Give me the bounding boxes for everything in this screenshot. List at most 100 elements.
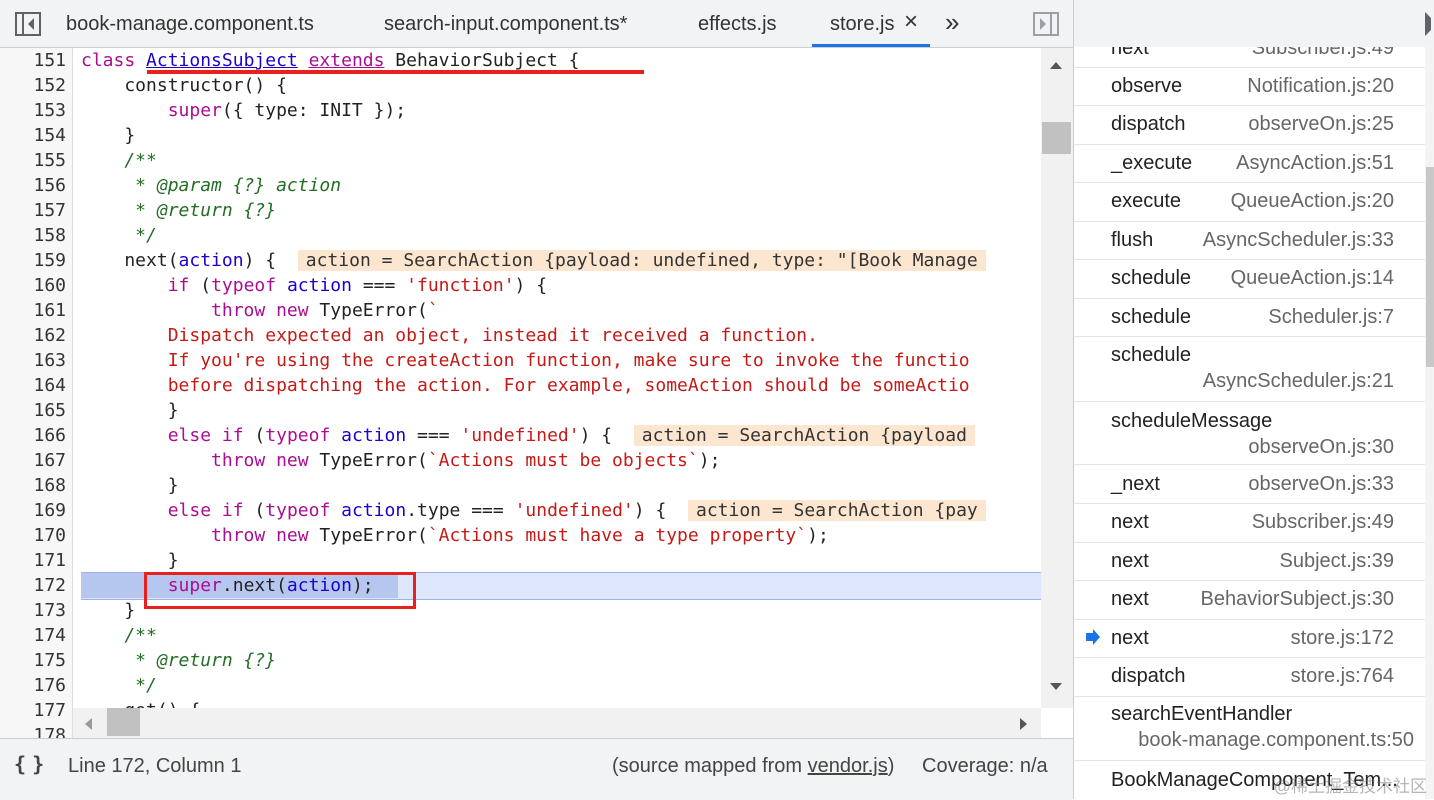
tab-effects-js[interactable]: effects.js	[698, 0, 777, 47]
line-number[interactable]: 167	[33, 448, 66, 473]
code-line-169: else if (typeof action.type === 'undefin…	[81, 498, 986, 523]
line-number[interactable]: 177	[33, 698, 66, 723]
code-line-154: }	[81, 125, 136, 146]
source-map-prefix: (source mapped from	[612, 755, 808, 777]
line-number[interactable]: 170	[33, 523, 66, 548]
line-number[interactable]: 155	[33, 148, 66, 173]
call-stack-frame-current[interactable]: next store.js:172	[1074, 619, 1425, 658]
tab-search-input-component[interactable]: search-input.component.ts*	[384, 0, 627, 47]
call-stack-frame[interactable]: next Subject.js:39	[1074, 542, 1425, 581]
call-stack-frame[interactable]: next Subscriber.js:49	[1074, 504, 1425, 543]
code-line-170: throw new TypeError(`Actions must have a…	[81, 523, 829, 548]
line-number[interactable]: 176	[33, 673, 66, 698]
line-number[interactable]: 175	[33, 648, 66, 673]
line-number[interactable]: 152	[33, 73, 66, 98]
frame-function-name: schedule	[1111, 344, 1192, 366]
call-stack-frame[interactable]: observe Notification.js:20	[1074, 67, 1425, 106]
line-number[interactable]: 178	[33, 723, 66, 738]
code-token: if	[221, 500, 244, 521]
line-number[interactable]: 173	[33, 598, 66, 623]
scrollbar-thumb[interactable]	[1042, 122, 1071, 154]
annotation-underline	[147, 70, 644, 74]
line-number[interactable]: 166	[33, 423, 66, 448]
code-token: (	[243, 425, 266, 446]
line-number[interactable]: 164	[33, 373, 66, 398]
call-stack-frame[interactable]: _next observeOn.js:33	[1074, 465, 1425, 504]
inline-variable-value[interactable]: action = SearchAction {pay	[687, 500, 986, 521]
toggle-navigator-icon[interactable]	[15, 12, 41, 36]
call-stack-frame[interactable]: dispatch observeOn.js:25	[1074, 106, 1425, 145]
right-pane-scrollbar[interactable]	[1425, 47, 1434, 799]
source-map-link[interactable]: vendor.js	[808, 755, 888, 777]
close-tab-icon[interactable]: ×	[904, 0, 918, 44]
call-stack-frame[interactable]: schedule QueueAction.js:14	[1074, 260, 1425, 299]
code-line-162: Dispatch expected an object, instead it …	[81, 325, 818, 346]
code-content[interactable]: class ActionsSubject extends BehaviorSub…	[81, 48, 1041, 738]
code-token: action	[341, 500, 407, 521]
code-editor[interactable]: 151 152 153 154 155 156 157 158 159 160 161 162 163 1…	[0, 48, 1073, 738]
more-tabs-icon[interactable]: »	[945, 0, 959, 44]
call-stack-frame[interactable]: searchEventHandler book-manage.component…	[1074, 696, 1425, 761]
line-number[interactable]: 174	[33, 623, 66, 648]
call-stack-frame[interactable]: _execute AsyncAction.js:51	[1074, 144, 1425, 183]
code-token: next(	[81, 250, 179, 271]
line-number[interactable]: 159	[33, 248, 66, 273]
horizontal-scrollbar[interactable]	[73, 708, 1041, 738]
scroll-right-icon[interactable]	[1019, 717, 1029, 731]
frame-function-name: _next	[1111, 473, 1160, 495]
scroll-up-icon[interactable]	[1049, 60, 1063, 70]
scroll-left-icon[interactable]	[83, 717, 93, 731]
frame-location: AsyncScheduler.js:21	[1202, 370, 1394, 392]
line-number[interactable]: 154	[33, 123, 66, 148]
line-number[interactable]: 153	[33, 98, 66, 123]
code-token: 'function'	[406, 275, 515, 296]
frame-function-name: next	[1111, 627, 1149, 649]
code-token: TypeError(	[308, 450, 428, 471]
line-number[interactable]: 163	[33, 348, 66, 373]
code-token: ===	[406, 425, 461, 446]
scrollbar-thumb[interactable]	[1426, 167, 1434, 367]
toggle-debugger-sidebar-icon[interactable]	[1033, 12, 1059, 36]
call-stack-frame[interactable]: schedule AsyncScheduler.js:21	[1074, 337, 1425, 402]
call-stack-frame[interactable]: scheduleMessage observeOn.js:30	[1074, 401, 1425, 465]
line-number[interactable]: 157	[33, 198, 66, 223]
line-number[interactable]: 160	[33, 273, 66, 298]
inline-variable-value[interactable]: action = SearchAction {payload	[633, 425, 975, 446]
vertical-scrollbar[interactable]	[1041, 48, 1073, 708]
code-token: extends	[308, 50, 385, 71]
frame-function-name: searchEventHandler	[1111, 703, 1293, 725]
scroll-down-icon[interactable]	[1049, 682, 1063, 692]
scrollbar-thumb[interactable]	[107, 708, 140, 736]
line-number[interactable]: 161	[33, 298, 66, 323]
call-stack-frame[interactable]: next BehaviorSubject.js:30	[1074, 581, 1425, 620]
line-number[interactable]: 168	[33, 473, 66, 498]
code-token: (	[243, 500, 266, 521]
line-number[interactable]: 151	[33, 48, 66, 73]
call-stack-frame[interactable]: dispatch store.js:764	[1074, 658, 1425, 697]
code-line-171: }	[81, 550, 179, 571]
tab-book-manage-component[interactable]: book-manage.component.ts	[66, 0, 314, 47]
call-stack-frame[interactable]: flush AsyncScheduler.js:33	[1074, 221, 1425, 260]
line-number[interactable]: 162	[33, 323, 66, 348]
frame-function-name: scheduleMessage	[1111, 410, 1273, 432]
inline-variable-value[interactable]: action = SearchAction {payload: undefine…	[297, 250, 986, 271]
line-number[interactable]: 172	[33, 573, 66, 598]
pretty-print-icon[interactable]: { }	[14, 752, 44, 776]
line-number[interactable]: 156	[33, 173, 66, 198]
line-number[interactable]: 171	[33, 548, 66, 573]
debugger-sidebar: next Subscriber.js:49 observe Notificati…	[1073, 0, 1434, 799]
call-stack-frame[interactable]: execute QueueAction.js:20	[1074, 183, 1425, 222]
call-stack-frame[interactable]: schedule Scheduler.js:7	[1074, 298, 1425, 337]
line-number-gutter[interactable]: 151 152 153 154 155 156 157 158 159 160 161 162 163 1…	[0, 48, 73, 738]
line-number[interactable]: 158	[33, 223, 66, 248]
line-number[interactable]: 165	[33, 398, 66, 423]
frame-location: Subject.js:39	[1279, 550, 1394, 572]
line-number[interactable]: 169	[33, 498, 66, 523]
code-token: action	[341, 425, 407, 446]
